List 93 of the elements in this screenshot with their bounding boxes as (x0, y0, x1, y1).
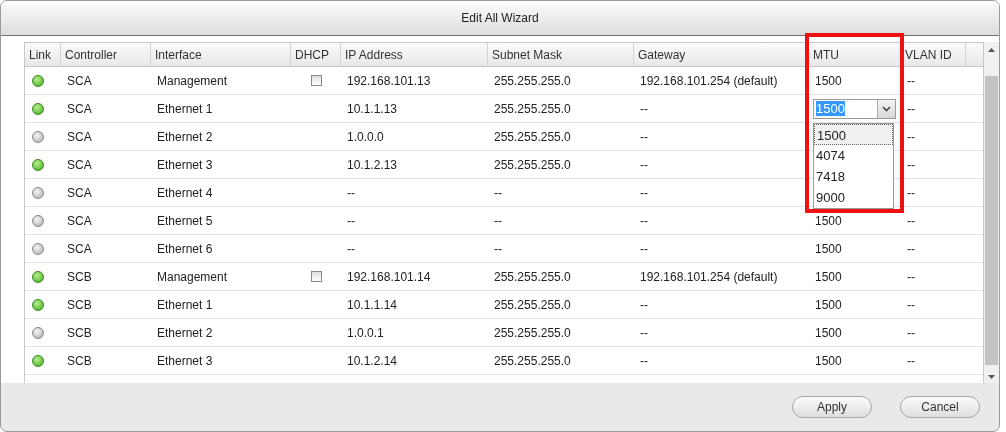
table-cell-text: -- (906, 297, 916, 312)
table-cell-text: 10.1.2.14 (346, 353, 399, 368)
table-cell-text: 1500 (814, 213, 843, 228)
table-cell-text: 255.255.255.0 (493, 353, 572, 368)
dropdown-option[interactable]: 7418 (814, 165, 893, 187)
table-cell-text: -- (639, 353, 649, 368)
table-cell-text: -- (906, 101, 916, 116)
table-cell-text: SCB (66, 353, 93, 368)
table-cell-text: -- (639, 101, 649, 116)
table-cell-text: -- (346, 213, 356, 228)
table-cell-text: SCA (66, 73, 93, 88)
checkbox[interactable] (310, 271, 322, 282)
table-cell-text: 192.168.101.254 (default) (639, 269, 779, 284)
table-cell-text: Ethernet 6 (156, 241, 214, 256)
table-cell-text: 1500 (814, 353, 843, 368)
table-cell-text: Ethernet 5 (156, 213, 214, 228)
table-cell-text: -- (493, 185, 503, 200)
table-cell-text: 255.255.255.0 (493, 269, 572, 284)
column-header[interactable]: MTU (809, 43, 901, 67)
scrollbar-thumb[interactable] (985, 76, 999, 365)
column-header[interactable]: Link (25, 43, 61, 67)
table-cell-text: -- (639, 213, 649, 228)
table-cell-text: -- (493, 241, 503, 256)
table-cell-text: SCA (66, 185, 93, 200)
cancel-button[interactable]: Cancel (900, 396, 980, 418)
table-cell-text: Ethernet 1 (156, 101, 214, 116)
column-header[interactable]: Controller (61, 43, 151, 67)
table-cell-text: 10.1.2.13 (346, 157, 399, 172)
table-cell-text: 255.255.255.0 (493, 297, 572, 312)
table-cell-text: 255.255.255.0 (493, 129, 572, 144)
table-cell-text: Ethernet 2 (156, 129, 214, 144)
column-header[interactable]: Interface (151, 43, 291, 67)
column-header[interactable]: DHCP (291, 43, 341, 67)
table-cell-text: 255.255.255.0 (493, 73, 572, 88)
table-cell-text: 1.0.0.0 (346, 129, 385, 144)
table-cell-text: -- (906, 353, 916, 368)
table-cell-text: -- (639, 157, 649, 172)
table-cell-text: -- (639, 241, 649, 256)
table-cell-text: -- (906, 157, 916, 172)
table-cell-text: SCB (66, 297, 93, 312)
table-cell-text: SCA (66, 101, 93, 116)
table-cell-text: 10.1.1.14 (346, 297, 399, 312)
column-header[interactable]: IP Address (341, 43, 488, 67)
table-cell-text: -- (906, 185, 916, 200)
table-cell-text: -- (346, 241, 356, 256)
chevron-down-icon[interactable] (877, 99, 895, 118)
table-cell-text: SCA (66, 213, 93, 228)
column-header[interactable]: Subnet Mask (488, 43, 634, 67)
table-cell-text: Ethernet 2 (156, 325, 214, 340)
column-header[interactable]: VLAN ID (901, 43, 966, 67)
table-cell-text: SCA (66, 241, 93, 256)
table-cell-text: 255.255.255.0 (493, 157, 572, 172)
table-cell-text: Management (156, 269, 229, 284)
checkbox[interactable] (310, 75, 322, 86)
table-cell-text: 255.255.255.0 (493, 325, 572, 340)
table-cell-text: SCB (66, 269, 93, 284)
table-cell-text: -- (906, 129, 916, 144)
table-cell-text: 1500 (814, 297, 843, 312)
dropdown-option[interactable]: 4074 (814, 144, 893, 166)
table-cell-text: -- (639, 325, 649, 340)
table-cell-text: 255.255.255.0 (493, 101, 572, 116)
table-cell-text: -- (906, 269, 916, 284)
table-cell-text: 1500 (814, 269, 843, 284)
table-cell-text: 192.168.101.14 (346, 269, 432, 284)
table-cell-text: -- (346, 185, 356, 200)
table-cell-text: SCA (66, 157, 93, 172)
table-cell-text: 192.168.101.13 (346, 73, 432, 88)
table-cell-text: 10.1.1.13 (346, 101, 399, 116)
table-cell-text: -- (493, 213, 503, 228)
window-title: Edit All Wizard (1, 1, 999, 36)
table-cell-text: Ethernet 3 (156, 353, 214, 368)
table-cell-text: 1500 (814, 241, 843, 256)
table-cell-text: -- (906, 213, 916, 228)
apply-button[interactable]: Apply (792, 396, 872, 418)
table-cell-text: -- (639, 185, 649, 200)
dropdown-option[interactable]: 9000 (814, 186, 893, 208)
table-cell-text: Ethernet 4 (156, 185, 214, 200)
table-cell-text: Management (156, 73, 229, 88)
table-cell-text: -- (906, 325, 916, 340)
table-cell-text: SCA (66, 129, 93, 144)
table-cell-text: 192.168.101.254 (default) (639, 73, 779, 88)
dropdown-option[interactable]: 1500 (814, 123, 893, 145)
table-cell-text: Ethernet 1 (156, 297, 214, 312)
table-cell-text: -- (639, 297, 649, 312)
column-header[interactable]: Gateway (634, 43, 809, 67)
table-cell-text: 1500 (814, 325, 843, 340)
table-cell-text: -- (906, 73, 916, 88)
table-cell-text: 1500 (814, 73, 843, 88)
table-cell-text: -- (906, 241, 916, 256)
table-cell-text: Ethernet 3 (156, 157, 214, 172)
table-cell-text: SCB (66, 325, 93, 340)
table-cell-text: -- (639, 129, 649, 144)
table-cell-text: 1.0.0.1 (346, 325, 385, 340)
